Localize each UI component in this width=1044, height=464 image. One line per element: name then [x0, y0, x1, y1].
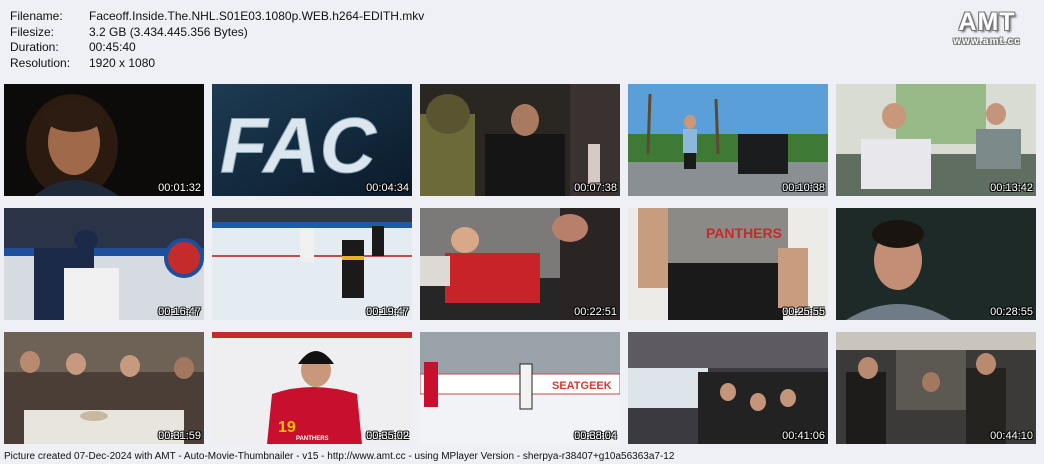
filename-value: Faceoff.Inside.The.NHL.S01E03.1080p.WEB.…: [89, 9, 425, 23]
timestamp: 00:35:02: [366, 430, 409, 442]
timestamp: 00:25:55: [782, 306, 825, 318]
timestamp: 00:28:55: [990, 306, 1033, 318]
timestamp: 00:16:47: [158, 306, 201, 318]
timestamp: 00:38:04: [574, 430, 617, 442]
thumbnail-10[interactable]: 00:28:55: [836, 208, 1036, 320]
thumbnail-8[interactable]: 00:22:51: [420, 208, 620, 320]
amt-logo-text: AMT: [958, 8, 1016, 36]
thumbnail-image-man-portrait: [836, 208, 1036, 320]
thumbnail-image-locker-room: [420, 84, 620, 196]
timestamp: 00:19:47: [366, 306, 409, 318]
filesize-value: 3.2 GB (3.434.445.356 Bytes): [89, 24, 248, 39]
thumbnail-image-board-battle: [4, 208, 204, 320]
thumbnail-image-group-dinner: [4, 332, 204, 444]
thumbnail-4[interactable]: 00:10:38: [628, 84, 828, 196]
timestamp: 00:13:42: [990, 182, 1033, 194]
thumbnail-image-bench: [628, 332, 828, 444]
svg-text:SEATGEEK: SEATGEEK: [552, 380, 612, 392]
thumbnail-5[interactable]: 00:13:42: [836, 84, 1036, 196]
amt-logo: AMT www.amt.cc: [944, 8, 1030, 48]
thumbnail-6[interactable]: 00:16:47: [4, 208, 204, 320]
thumbnail-image-practice-rink: SEATGEEK: [420, 332, 620, 444]
thumbnail-image-outdoor: [628, 84, 828, 196]
amt-logo-url: www.amt.cc: [953, 36, 1021, 47]
footer-credit: Picture created 07-Dec-2024 with AMT - A…: [4, 451, 675, 462]
svg-text:PANTHERS: PANTHERS: [296, 436, 329, 442]
filename-label: Filename:: [10, 9, 63, 23]
duration-label: Duration:: [10, 40, 59, 54]
thumbnail-12[interactable]: 19 PANTHERS 00:35:02: [212, 332, 412, 444]
thumbnail-image-hallway: [836, 332, 1036, 444]
timestamp: 00:22:51: [574, 306, 617, 318]
timestamp: 00:04:34: [366, 182, 409, 194]
resolution-label: Resolution:: [10, 55, 71, 70]
svg-text:FAC: FAC: [220, 101, 378, 189]
thumbnail-3[interactable]: 00:07:38: [420, 84, 620, 196]
svg-text:19: 19: [278, 419, 296, 436]
thumbnail-image-title-card: FAC: [212, 84, 412, 196]
thumbnail-13[interactable]: SEATGEEK 00:38:04: [420, 332, 620, 444]
filesize-label: Filesize:: [10, 24, 55, 39]
thumbnail-14[interactable]: 00:41:06: [628, 332, 828, 444]
thumbnail-image-hockey-game: [212, 208, 412, 320]
thumbnail-9[interactable]: PANTHERS 00:25:55: [628, 208, 828, 320]
thumbnail-image-treatment-table: [420, 208, 620, 320]
thumbnail-1[interactable]: 00:01:32: [4, 84, 204, 196]
thumbnail-image-couch: [836, 84, 1036, 196]
resolution-value: 1920 x 1080: [89, 55, 156, 70]
thumbnail-image-woman-interview: [4, 84, 204, 196]
timestamp: 00:07:38: [574, 182, 617, 194]
thumbnail-grid: 00:01:32 FAC 00:04:34 00:07:38 00:10:38 …: [4, 84, 1036, 444]
thumbnail-7[interactable]: 00:19:47: [212, 208, 412, 320]
thumbnail-image-player-19: 19 PANTHERS: [212, 332, 412, 444]
thumbnail-11[interactable]: 00:31:59: [4, 332, 204, 444]
file-info-panel: Filename: Faceoff.Inside.The.NHL.S01E03.…: [10, 9, 424, 70]
thumbnail-image-panthers-shirt: PANTHERS: [628, 208, 828, 320]
timestamp: 00:10:38: [782, 182, 825, 194]
timestamp: 00:01:32: [158, 182, 201, 194]
timestamp: 00:44:10: [990, 430, 1033, 442]
svg-text:PANTHERS: PANTHERS: [706, 225, 782, 241]
timestamp: 00:41:06: [782, 430, 825, 442]
duration-value: 00:45:40: [89, 40, 136, 54]
thumbnail-15[interactable]: 00:44:10: [836, 332, 1036, 444]
thumbnail-2[interactable]: FAC 00:04:34: [212, 84, 412, 196]
timestamp: 00:31:59: [158, 430, 201, 442]
